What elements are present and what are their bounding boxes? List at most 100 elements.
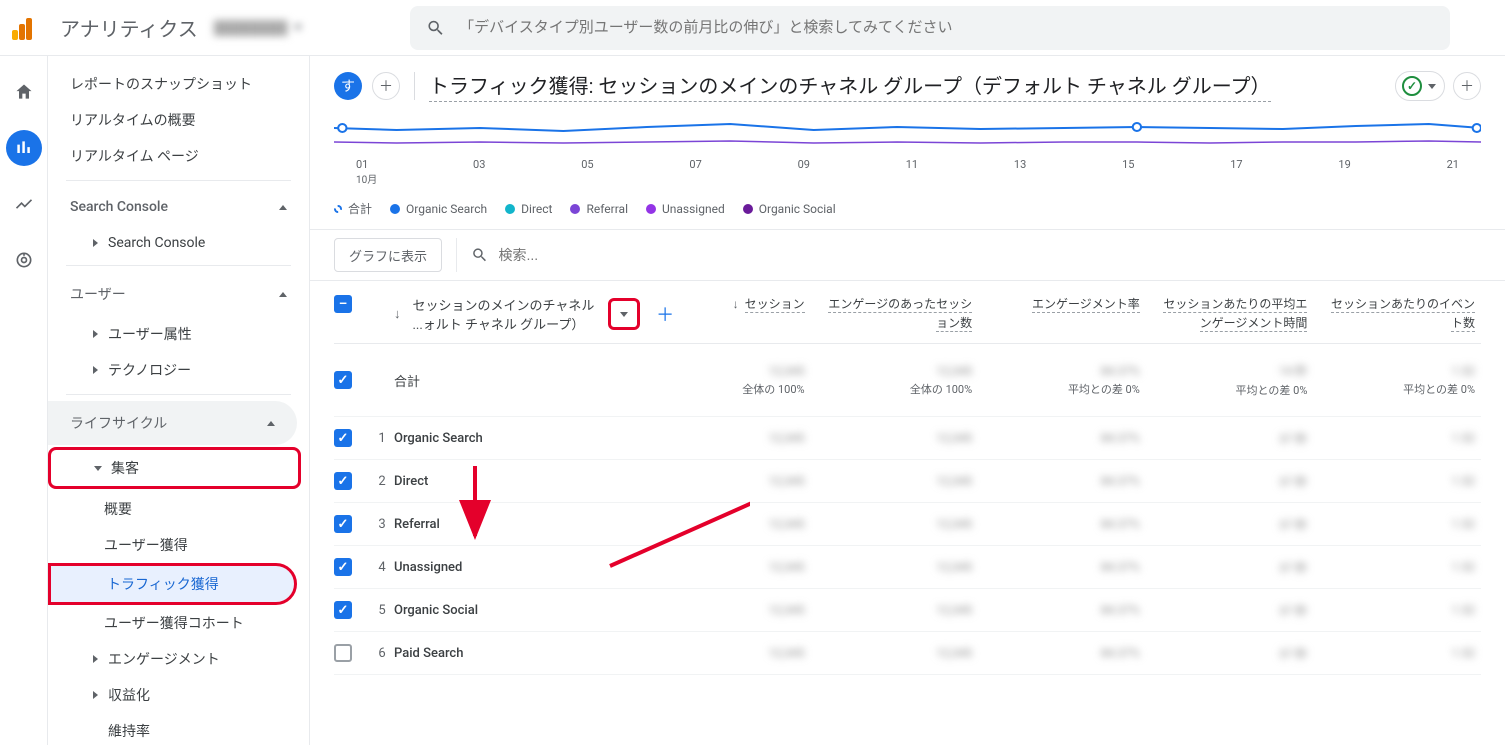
row-checkbox[interactable]: ✓ <box>334 371 352 389</box>
trend-chart[interactable] <box>334 116 1481 162</box>
sidenav-user-acq-cohort[interactable]: ユーザー獲得コホート <box>48 605 309 641</box>
metric-header-engagement-rate[interactable]: エンゲージメント率 <box>978 295 1146 314</box>
legend-dot-icon <box>505 204 515 214</box>
sidenav-group-lifecycle[interactable]: ライフサイクル <box>48 401 297 445</box>
sidenav-traffic-acquisition[interactable]: トラフィック獲得 <box>48 563 297 605</box>
sidenav-acquisition[interactable]: 集客 <box>48 447 301 489</box>
table-row[interactable]: ✓4Unassigned12,34512,34584.37%37 秒1.52 <box>334 546 1481 589</box>
x-tick: 0110月 <box>356 158 377 186</box>
row-checkbox[interactable]: ✓ <box>334 515 352 533</box>
sidenav-group-user[interactable]: ユーザー <box>48 272 309 316</box>
row-dimension: Unassigned <box>394 560 462 575</box>
sidenav-retention[interactable]: 維持率 <box>48 713 309 745</box>
cell: 1.52 <box>1452 646 1475 660</box>
chevron-up-icon <box>267 421 275 426</box>
chevron-down-icon <box>94 466 102 471</box>
metric-header-sessions[interactable]: ↓セッション <box>674 295 810 314</box>
row-checkbox[interactable]: ✓ <box>334 472 352 490</box>
legend-item[interactable]: Organic Social <box>743 202 836 216</box>
sidenav-group-search-console[interactable]: Search Console <box>48 187 309 227</box>
dimension-header[interactable]: ↓ セッションのメインのチャネル ...ォルト チャネル グループ） ＋ <box>394 295 674 333</box>
table-header: – ↓ セッションのメインのチャネル ...ォルト チャネル グループ） ＋ ↓… <box>334 281 1481 344</box>
row-checkbox[interactable]: ✓ <box>334 601 352 619</box>
group-label: ユーザー <box>70 284 126 304</box>
legend-item[interactable]: Referral <box>570 202 628 216</box>
caret-right-icon <box>93 330 98 338</box>
sidenav-snapshot[interactable]: レポートのスナップショット <box>48 66 309 102</box>
table-row[interactable]: ✓5Organic Social12,34512,34584.37%37 秒1.… <box>334 589 1481 632</box>
legend-dot-icon <box>390 204 400 214</box>
metric-header-avg-engagement-time[interactable]: セッションあたりの平均エンゲージメント時間 <box>1146 295 1314 333</box>
cell: 12,345 <box>768 646 804 660</box>
legend-item[interactable]: 合計 <box>334 200 372 217</box>
table-row[interactable]: ✓3Referral12,34512,34584.37%37 秒1.52 <box>334 503 1481 546</box>
sidenav-engagement[interactable]: エンゲージメント <box>48 641 309 677</box>
sidenav-realtime-overview[interactable]: リアルタイムの概要 <box>48 102 309 138</box>
row-index: 2 <box>370 474 394 489</box>
cell: 37 秒 <box>1279 432 1307 446</box>
status-pill[interactable]: ✓ <box>1395 71 1445 101</box>
x-tick: 11 <box>906 158 918 186</box>
row-index: 4 <box>370 560 394 575</box>
caret-right-icon <box>93 655 98 663</box>
add-segment-button[interactable]: ＋ <box>372 72 400 100</box>
reports-icon[interactable] <box>6 130 42 166</box>
legend-dot-icon <box>334 205 342 213</box>
x-tick: 17 <box>1230 158 1242 186</box>
property-selector[interactable]: ████████ <box>214 20 394 36</box>
global-search[interactable] <box>410 6 1450 50</box>
table-row[interactable]: 6Paid Search12,34512,34584.37%37 秒1.52 <box>334 632 1481 675</box>
sidenav-monetization[interactable]: 収益化 <box>48 677 309 713</box>
advertising-icon[interactable] <box>6 242 42 278</box>
row-checkbox[interactable] <box>334 644 352 662</box>
metric-header-events-per-session[interactable]: セッションあたりのイベント数 <box>1313 295 1481 333</box>
sidenav-acq-overview[interactable]: 概要 <box>48 491 309 527</box>
search-icon <box>426 18 445 38</box>
cell: 1.52 <box>1452 474 1475 488</box>
row-index: 3 <box>370 517 394 532</box>
home-icon[interactable] <box>6 74 42 110</box>
cell: 37 秒 <box>1279 475 1307 489</box>
segment-chip[interactable]: す <box>334 72 362 100</box>
x-tick: 07 <box>689 158 701 186</box>
table-search[interactable] <box>456 238 1481 272</box>
x-tick: 15 <box>1122 158 1134 186</box>
show-in-chart-button[interactable]: グラフに表示 <box>334 238 442 272</box>
table-search-input[interactable] <box>499 247 1481 263</box>
cell: 12,345 <box>768 474 804 488</box>
legend-item[interactable]: Unassigned <box>646 202 725 216</box>
sidenav-user-attr[interactable]: ユーザー属性 <box>48 316 309 352</box>
add-dimension-button[interactable]: ＋ <box>656 301 674 327</box>
legend-dot-icon <box>743 204 753 214</box>
legend-item[interactable]: Direct <box>505 202 552 216</box>
sidenav-user-acquisition[interactable]: ユーザー獲得 <box>48 527 309 563</box>
explore-icon[interactable] <box>6 186 42 222</box>
page-title[interactable]: トラフィック獲得: セッションのメインのチャネル グループ（デフォルト チャネル… <box>429 70 1271 102</box>
table-row[interactable]: ✓1Organic Search12,34512,34584.37%37 秒1.… <box>334 417 1481 460</box>
x-tick: 19 <box>1338 158 1350 186</box>
row-dimension: Organic Search <box>394 431 483 446</box>
select-all-checkbox[interactable]: – <box>334 295 352 313</box>
chevron-up-icon <box>279 292 287 297</box>
dimension-dropdown[interactable] <box>608 298 640 330</box>
sidenav-realtime-pages[interactable]: リアルタイム ページ <box>48 138 309 174</box>
row-checkbox[interactable]: ✓ <box>334 429 352 447</box>
chevron-down-icon <box>620 312 628 317</box>
row-checkbox[interactable]: ✓ <box>334 558 352 576</box>
sidenav-search-console[interactable]: Search Console <box>48 227 309 259</box>
cell: 12,345 <box>768 517 804 531</box>
row-index: 6 <box>370 646 394 661</box>
caret-right-icon <box>93 366 98 374</box>
metric-header-engaged-sessions[interactable]: エンゲージのあったセッション数 <box>811 295 979 333</box>
chart-legend: 合計 Organic Search Direct Referral Unassigned… <box>310 192 1505 229</box>
sidenav-technology[interactable]: テクノロジー <box>48 352 309 388</box>
search-input[interactable] <box>459 19 1434 36</box>
legend-dot-icon <box>646 204 656 214</box>
cell: 37 秒 <box>1279 647 1307 661</box>
table-row[interactable]: ✓2Direct12,34512,34584.37%37 秒1.52 <box>334 460 1481 503</box>
x-tick: 13 <box>1014 158 1026 186</box>
page-header: す ＋ トラフィック獲得: セッションのメインのチャネル グループ（デフォルト … <box>310 56 1505 116</box>
add-card-button[interactable]: ＋ <box>1453 72 1481 100</box>
legend-item[interactable]: Organic Search <box>390 202 487 216</box>
cell: 12,345 <box>768 603 804 617</box>
